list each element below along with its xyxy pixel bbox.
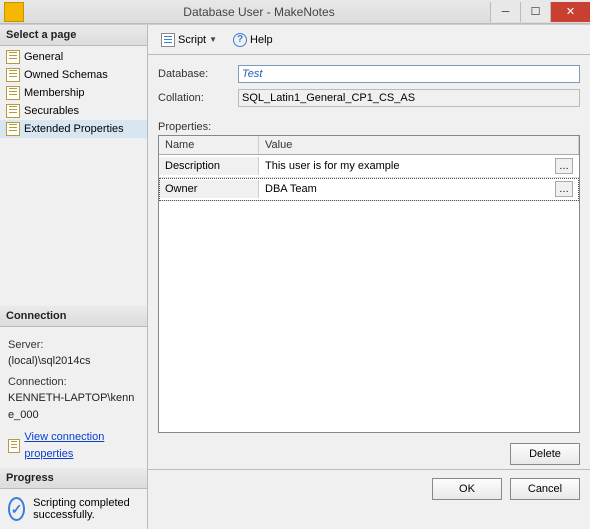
help-button[interactable]: ? Help xyxy=(228,30,278,50)
ok-button[interactable]: OK xyxy=(432,478,502,500)
server-value: (local)\sql2014cs xyxy=(8,353,139,370)
nav-label: Extended Properties xyxy=(24,123,124,135)
script-label: Script xyxy=(178,34,206,46)
view-connection-properties-link[interactable]: View connection properties xyxy=(8,429,139,462)
form-area: Database: Collation: xyxy=(148,55,590,117)
nav-owned-schemas[interactable]: Owned Schemas xyxy=(0,66,147,84)
nav-general[interactable]: General xyxy=(0,48,147,66)
nav-extended-properties[interactable]: Extended Properties xyxy=(0,120,147,138)
page-icon xyxy=(6,122,20,136)
app-icon xyxy=(4,2,24,22)
collation-input xyxy=(238,89,580,107)
cancel-button[interactable]: Cancel xyxy=(510,478,580,500)
connection-header: Connection xyxy=(0,306,147,327)
page-nav: General Owned Schemas Membership Securab… xyxy=(0,46,147,140)
connection-label: Connection: xyxy=(8,374,139,391)
page-icon xyxy=(6,104,20,118)
script-button[interactable]: Script ▼ xyxy=(156,30,222,50)
collation-label: Collation: xyxy=(158,92,238,104)
nav-label: Securables xyxy=(24,105,79,117)
chevron-down-icon: ▼ xyxy=(209,35,217,44)
script-icon xyxy=(161,33,175,47)
connection-value: KENNETH-LAPTOP\kenne_000 xyxy=(8,390,139,423)
nav-securables[interactable]: Securables xyxy=(0,102,147,120)
nav-membership[interactable]: Membership xyxy=(0,84,147,102)
window-title: Database User - MakeNotes xyxy=(28,5,490,19)
progress-panel: ✓ Scripting completed successfully. xyxy=(0,489,147,529)
progress-header: Progress xyxy=(0,468,147,489)
database-input[interactable] xyxy=(238,65,580,83)
properties-icon xyxy=(8,439,20,453)
link-text: View connection properties xyxy=(24,429,139,462)
title-bar: Database User - MakeNotes ─ ☐ ✕ xyxy=(0,0,590,24)
help-icon: ? xyxy=(233,33,247,47)
minimize-button[interactable]: ─ xyxy=(490,2,520,22)
nav-label: General xyxy=(24,51,63,63)
content-area: Script ▼ ? Help Database: Collation: Pro… xyxy=(148,25,590,529)
close-button[interactable]: ✕ xyxy=(550,2,590,22)
ellipsis-button[interactable]: … xyxy=(555,158,573,174)
connection-panel: Server: (local)\sql2014cs Connection: KE… xyxy=(0,327,147,469)
success-icon: ✓ xyxy=(8,497,25,521)
grid-row[interactable]: Description … xyxy=(159,155,579,178)
ellipsis-button[interactable]: … xyxy=(555,181,573,197)
page-icon xyxy=(6,68,20,82)
progress-status: Scripting completed successfully. xyxy=(33,497,139,521)
nav-label: Owned Schemas xyxy=(24,69,108,81)
grid-header: Name Value xyxy=(159,136,579,155)
col-name-header: Name xyxy=(159,136,259,154)
server-label: Server: xyxy=(8,337,139,354)
select-page-header: Select a page xyxy=(0,25,147,46)
prop-name: Owner xyxy=(159,180,259,198)
left-panel: Select a page General Owned Schemas Memb… xyxy=(0,25,148,529)
col-value-header: Value xyxy=(259,136,579,154)
properties-grid: Name Value Description … Owner … xyxy=(158,135,580,433)
toolbar: Script ▼ ? Help xyxy=(148,25,590,55)
database-label: Database: xyxy=(158,68,238,80)
page-icon xyxy=(6,50,20,64)
maximize-button[interactable]: ☐ xyxy=(520,2,550,22)
prop-name: Description xyxy=(159,157,259,175)
help-label: Help xyxy=(250,34,273,46)
delete-button[interactable]: Delete xyxy=(510,443,580,465)
grid-row[interactable]: Owner … xyxy=(159,178,579,201)
nav-label: Membership xyxy=(24,87,85,99)
prop-value-input[interactable] xyxy=(265,183,551,195)
dialog-footer: OK Cancel xyxy=(148,469,590,508)
properties-label: Properties: xyxy=(148,117,590,135)
prop-value-input[interactable] xyxy=(265,160,551,172)
page-icon xyxy=(6,86,20,100)
